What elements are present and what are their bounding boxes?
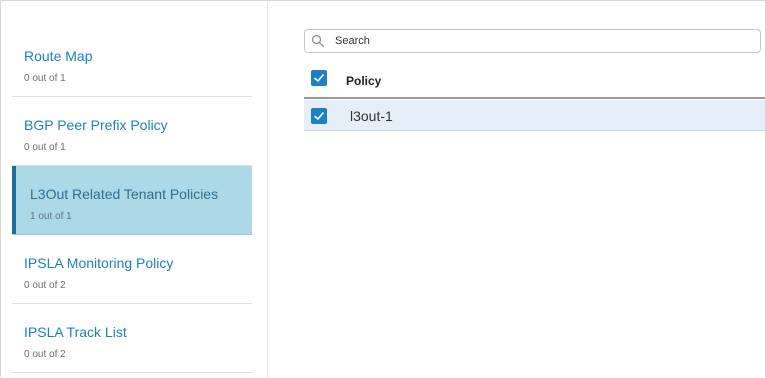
sidebar-item-count: 1 out of 1 — [30, 211, 72, 222]
main-panel: Search Policy l3out-1 — [269, 2, 765, 378]
sidebar-item-count: 0 out of 1 — [24, 142, 66, 153]
sidebar-item-title: IPSLA Monitoring Policy — [24, 255, 174, 271]
search-input[interactable]: Search — [304, 29, 761, 53]
table-row[interactable]: l3out-1 — [304, 100, 765, 131]
policy-type-list: Route Map 0 out of 1 BGP Peer Prefix Pol… — [12, 28, 252, 373]
checkmark-icon — [314, 112, 324, 120]
sidebar-item-route-map[interactable]: Route Map 0 out of 1 — [12, 28, 252, 97]
search-icon — [311, 34, 325, 48]
sidebar-item-bgp-peer-prefix-policy[interactable]: BGP Peer Prefix Policy 0 out of 1 — [12, 97, 252, 166]
sidebar-item-ipsla-monitoring-policy[interactable]: IPSLA Monitoring Policy 0 out of 2 — [12, 235, 252, 304]
column-header-policy[interactable]: Policy — [346, 74, 381, 88]
sidebar-item-title: BGP Peer Prefix Policy — [24, 117, 168, 133]
search-placeholder: Search — [335, 35, 370, 47]
select-all-checkbox[interactable] — [311, 70, 327, 86]
sidebar-item-count: 0 out of 1 — [24, 73, 66, 84]
sidebar-item-count: 0 out of 2 — [24, 280, 66, 291]
sidebar-item-title: Route Map — [24, 48, 93, 64]
sidebar-item-ipsla-track-list[interactable]: IPSLA Track List 0 out of 2 — [12, 304, 252, 373]
sidebar-item-count: 0 out of 2 — [24, 349, 66, 360]
sidebar: Route Map 0 out of 1 BGP Peer Prefix Pol… — [2, 2, 268, 378]
policy-name-cell: l3out-1 — [350, 108, 393, 124]
row-checkbox[interactable] — [311, 108, 327, 124]
frame: Route Map 0 out of 1 BGP Peer Prefix Pol… — [0, 0, 765, 378]
sidebar-item-title: L3Out Related Tenant Policies — [30, 186, 219, 202]
sidebar-item-l3out-related-tenant-policies[interactable]: L3Out Related Tenant Policies 1 out of 1 — [12, 166, 252, 235]
checkmark-icon — [314, 74, 324, 82]
sidebar-item-title: IPSLA Track List — [24, 324, 127, 340]
table-header: Policy — [304, 62, 765, 99]
